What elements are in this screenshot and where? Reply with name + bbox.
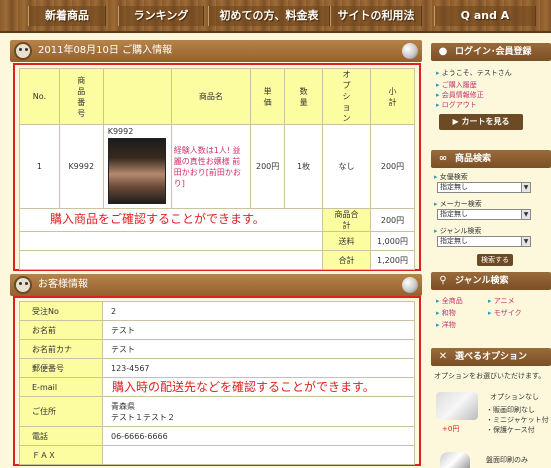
- row-unit-price: 200円: [250, 124, 286, 209]
- table-row: ＦＡＸ: [19, 445, 415, 465]
- genre-link-western[interactable]: 洋物: [436, 320, 456, 330]
- customer-section-header: お客様情報: [10, 274, 422, 296]
- total-label-grand: 合計: [322, 250, 372, 270]
- actress-select[interactable]: 指定無し ▼: [437, 182, 531, 193]
- tab-how-to-use[interactable]: サイトの利用法: [330, 6, 422, 26]
- order-section-title: 2011年08月10日 ご購入情報: [38, 45, 173, 56]
- col-header-subtotal: 小計: [370, 68, 415, 125]
- col-header-price: 単価: [250, 68, 286, 125]
- option-image-none[interactable]: [436, 392, 478, 420]
- col-header-qty: 数量: [284, 68, 324, 125]
- chevron-down-icon: ▼: [521, 237, 530, 246]
- table-row: ご住所 青森県 テスト１テスト２: [19, 396, 415, 427]
- genre-link-japanese[interactable]: 和物: [436, 308, 456, 318]
- col-header-no: No.: [19, 68, 60, 125]
- search-label-maker: メーカー検索: [434, 199, 482, 209]
- option-image-disc[interactable]: [440, 452, 470, 468]
- chevron-down-icon: ▼: [521, 210, 530, 219]
- genre-select[interactable]: 指定無し ▼: [437, 236, 531, 247]
- table-row: 受注No 2: [19, 301, 415, 321]
- options-subtitle: オプションをお選びいただけます。: [434, 372, 546, 380]
- total-label-shipping: 送料: [322, 231, 372, 251]
- search-label-genre: ジャンル検索: [434, 226, 482, 236]
- total-value-shipping: 1,000円: [370, 231, 415, 251]
- order-table: No. 商品番号 商品名 単価 数量 オプション 小計 1 K9992 K999…: [18, 68, 415, 270]
- login-header: ● ログイン･会員登録: [431, 43, 551, 61]
- genre-link-mosaic[interactable]: モザイク: [488, 308, 522, 318]
- row-image-cell: K9992: [102, 124, 172, 209]
- customer-note: 購入時の配送先などを確認することができます。: [112, 380, 375, 394]
- total-label-goods: 商品合計: [322, 208, 372, 232]
- total-value-grand: 1,200円: [370, 250, 415, 270]
- link-member-edit[interactable]: 会員情報修正: [436, 90, 484, 100]
- col-header-option: オプション: [322, 68, 372, 125]
- search-header: ∞ 商品検索: [431, 150, 551, 168]
- option-title-none: オプションなし: [490, 393, 539, 401]
- tab-first-time-pricing[interactable]: 初めての方、料金表: [208, 6, 330, 26]
- tab-ranking[interactable]: ランキング: [118, 6, 204, 26]
- product-thumbnail[interactable]: [107, 138, 166, 204]
- option-title-disc: 盤面印刷のみ: [486, 456, 528, 464]
- table-row: 電話 06-6666-6666: [19, 426, 415, 446]
- option-price-none: +0円: [442, 425, 460, 433]
- welcome-text: ようこそ、テストさん: [436, 68, 512, 78]
- tools-icon: ✕: [438, 351, 448, 362]
- option-items-none: ・販画印刷なし ・ミニジャケット付 ・保護ケース付: [486, 406, 549, 434]
- top-navigation: 新着商品 ランキング 初めての方、料金表 サイトの利用法 Q and A: [0, 0, 551, 33]
- skull-icon: [14, 42, 32, 60]
- link-logout[interactable]: ログアウト: [436, 100, 477, 110]
- genre-link-anime[interactable]: アニメ: [488, 296, 515, 306]
- tab-qa[interactable]: Q and A: [434, 6, 536, 26]
- row-option: なし: [322, 124, 372, 209]
- col-header-image: [102, 68, 172, 125]
- search-label-actress: 女優検索: [434, 172, 468, 182]
- genre-header: ⚲ ジャンル検索: [431, 272, 551, 290]
- search-button[interactable]: 検索する: [477, 254, 513, 266]
- options-header: ✕ 選べるオプション: [431, 348, 551, 366]
- col-header-name: 商品名: [170, 68, 252, 125]
- table-row: お名前 テスト: [19, 320, 415, 340]
- user-icon: ●: [438, 46, 448, 57]
- glasses-icon: ∞: [438, 153, 448, 164]
- tab-new-products[interactable]: 新着商品: [28, 6, 106, 26]
- row-no: 1: [19, 124, 60, 209]
- customer-section-title: お客様情報: [38, 279, 88, 290]
- row-image-code: K9992: [107, 127, 134, 136]
- row-subtotal: 200円: [370, 124, 415, 209]
- row-product-code: K9992: [58, 124, 104, 209]
- ball-icon: [402, 277, 418, 293]
- order-note: 購入商品をご確認することができます。: [50, 212, 265, 226]
- genre-link-all[interactable]: 全商品: [436, 296, 463, 306]
- col-header-code: 商品番号: [58, 68, 104, 125]
- view-cart-button[interactable]: ▶ カートを見る: [439, 114, 523, 130]
- row-product-name[interactable]: 経験人数は1人! 益麗の真性お嬢様 前田かおり[前田かおり]: [170, 124, 252, 209]
- chevron-down-icon: ▼: [521, 183, 530, 192]
- skull-icon: [14, 276, 32, 294]
- total-value-goods: 200円: [370, 208, 415, 232]
- table-row: 1 K9992 K9992 経験人数は1人! 益麗の真性お嬢様 前田かおり[前田…: [19, 124, 415, 209]
- row-quantity: 1枚: [284, 124, 324, 209]
- table-row: 郵便番号 123-4567: [19, 358, 415, 378]
- ball-icon: [402, 43, 418, 59]
- table-row: お名前カナ テスト: [19, 339, 415, 359]
- search-icon: ⚲: [439, 275, 447, 286]
- link-purchase-history[interactable]: ご購入履歴: [436, 80, 477, 90]
- maker-select[interactable]: 指定無し ▼: [437, 209, 531, 220]
- order-section-header: 2011年08月10日 ご購入情報: [10, 40, 422, 62]
